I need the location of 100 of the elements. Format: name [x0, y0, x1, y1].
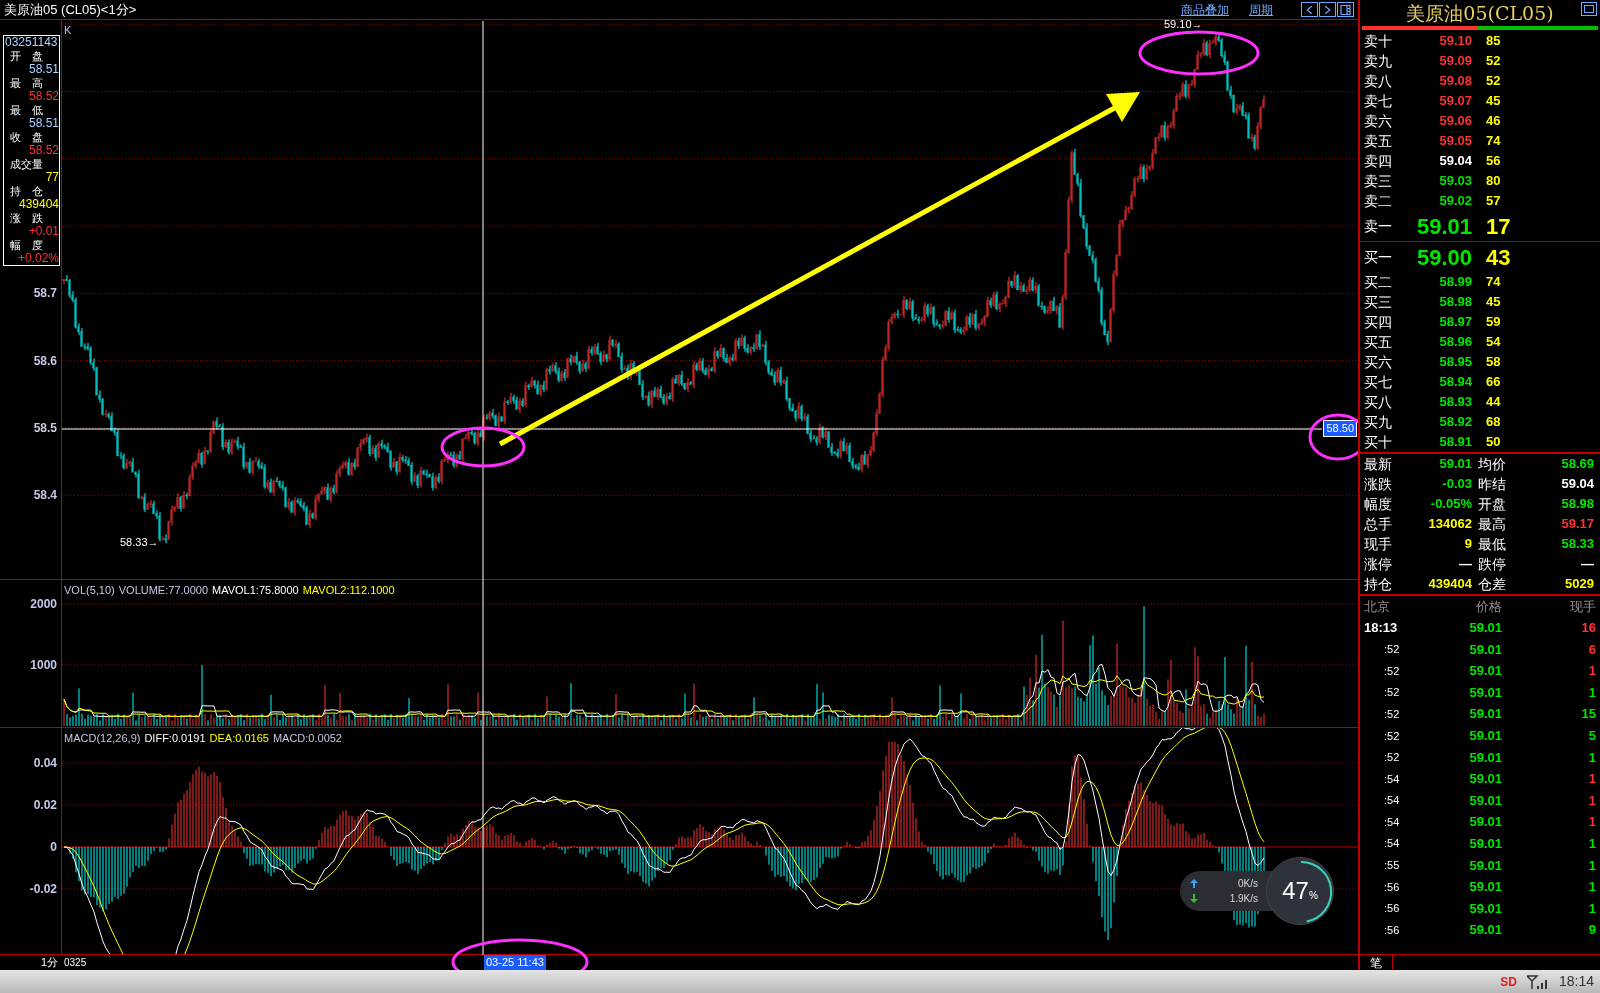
stat-value: 439404: [1427, 575, 1472, 594]
volume-text: 46: [1485, 112, 1501, 131]
stat-label: 涨跌: [1363, 474, 1393, 494]
price-text: 59.00: [1415, 243, 1472, 272]
level-label: 卖六: [1363, 111, 1393, 131]
instrument-title: 美原油05(CL05): [1406, 0, 1554, 26]
bar-time: 03251143: [4, 36, 59, 49]
field-value: 58.51: [27, 117, 59, 130]
period-label: 1分: [40, 955, 58, 970]
stat-label: 现手: [1363, 534, 1393, 554]
trade-time: :56: [1383, 901, 1401, 917]
field-label: 持 仓: [9, 184, 44, 198]
high-price-marker: 59.10→: [1164, 18, 1203, 31]
level-label: 买二: [1363, 272, 1393, 292]
stat-label: 最新: [1363, 454, 1393, 474]
legend-text: MAVOL2:112.1000: [302, 583, 395, 598]
speed-text: 1.9K/s: [1229, 892, 1259, 906]
trade-volume: 1: [1587, 662, 1597, 681]
stat-value: 58.69: [1560, 455, 1595, 474]
field-label: 涨 跌: [9, 211, 44, 225]
status-clock: 18:14: [1558, 972, 1594, 991]
layout-icon: [1339, 3, 1352, 16]
toolbar-link[interactable]: 商品叠加: [1177, 0, 1233, 19]
price-text: 59.05: [1438, 132, 1472, 151]
trade-price: 59.01: [1468, 748, 1502, 767]
status-label: SD: [1500, 973, 1517, 991]
chart-title: 美原油05 (CL05)<1分>: [4, 0, 137, 19]
stat-label: 均价: [1477, 454, 1507, 474]
crosshair-price-label: 58.50: [1323, 420, 1357, 437]
price-text: 59.02: [1438, 192, 1472, 211]
left-arrow-button[interactable]: [1301, 2, 1318, 17]
trade-volume: 1: [1587, 791, 1597, 810]
legend-text: VOL(5,10): [64, 583, 115, 598]
trade-volume: 1: [1587, 878, 1597, 897]
trade-price: 59.01: [1468, 662, 1502, 681]
price-text: 59.04: [1438, 152, 1472, 171]
legend-text: DIFF:0.0191: [144, 731, 206, 746]
axis-label: 58.4: [33, 488, 57, 503]
field-value: 77: [44, 171, 59, 184]
field-value: +0.02%: [16, 252, 59, 265]
field-label: 收 盘: [9, 130, 44, 144]
field-value: 58.51: [27, 63, 59, 76]
trade-time: :56: [1383, 879, 1401, 895]
level-label: 卖五: [1363, 131, 1393, 151]
column-header: 价格: [1475, 597, 1502, 616]
axis-label: 58.7: [33, 286, 57, 301]
stat-label: 跌停: [1477, 554, 1507, 574]
toolbar-link[interactable]: 周期: [1245, 0, 1277, 19]
trade-time: :52: [1383, 685, 1401, 701]
stat-label: 最低: [1477, 534, 1507, 554]
maximize-button[interactable]: [1581, 2, 1597, 16]
axis-label: 1000: [30, 658, 57, 672]
volume-text: 59: [1485, 313, 1501, 332]
trade-price: 59.01: [1468, 619, 1502, 638]
field-label: 幅 度: [9, 238, 44, 252]
stat-label: 仓差: [1477, 574, 1507, 594]
level-label: 卖二: [1363, 191, 1393, 211]
trade-time: :52: [1383, 750, 1401, 766]
legend-text: MACD(12,26,9): [64, 731, 141, 746]
trade-volume: 1: [1587, 835, 1597, 853]
layout-button[interactable]: [1337, 2, 1354, 17]
trade-volume: 16: [1580, 619, 1597, 638]
download-arrow-icon: [1190, 894, 1198, 903]
price-text: 58.98: [1438, 293, 1472, 312]
volume-text: 17: [1485, 212, 1511, 241]
trade-price: 59.01: [1468, 705, 1502, 724]
field-value: 439404: [17, 198, 59, 211]
field-value: 58.52: [27, 90, 59, 103]
trade-volume: 1: [1587, 683, 1597, 702]
stat-label: 持仓: [1363, 574, 1393, 594]
trade-price: 59.01: [1468, 683, 1502, 702]
price-text: 59.09: [1438, 52, 1472, 71]
load-value: 47: [1282, 879, 1309, 903]
volume-text: 45: [1485, 92, 1501, 111]
stat-value: —: [1580, 555, 1595, 574]
price-text: 59.08: [1438, 72, 1472, 91]
trade-time: :56: [1383, 922, 1401, 938]
upload-arrow-icon: [1190, 879, 1198, 888]
trade-time: :52: [1383, 706, 1401, 722]
volume-text: 52: [1485, 72, 1501, 91]
stat-value: 59.17: [1560, 515, 1595, 534]
speed-text: 0K/s: [1238, 877, 1259, 891]
price-text: 58.96: [1438, 333, 1472, 352]
trade-time: :54: [1383, 793, 1401, 809]
trade-time: :54: [1383, 836, 1401, 852]
trade-time: 18:13: [1363, 619, 1399, 638]
field-label: 最 低: [9, 103, 44, 117]
volume-text: 43: [1485, 243, 1511, 272]
field-value: +0.01: [27, 225, 59, 238]
level-label: 卖十: [1363, 31, 1393, 51]
trade-time: :54: [1383, 814, 1401, 830]
price-text: 58.91: [1438, 433, 1472, 452]
legend-text: DEA:0.0165: [209, 731, 269, 746]
level-label: 买七: [1363, 372, 1393, 392]
volume-text: 74: [1485, 132, 1501, 151]
volume-text: 54: [1485, 333, 1501, 352]
stat-label: 幅度: [1363, 494, 1393, 514]
volume-text: 56: [1485, 152, 1501, 171]
right-arrow-button[interactable]: [1319, 2, 1336, 17]
price-text: 59.06: [1438, 112, 1472, 131]
